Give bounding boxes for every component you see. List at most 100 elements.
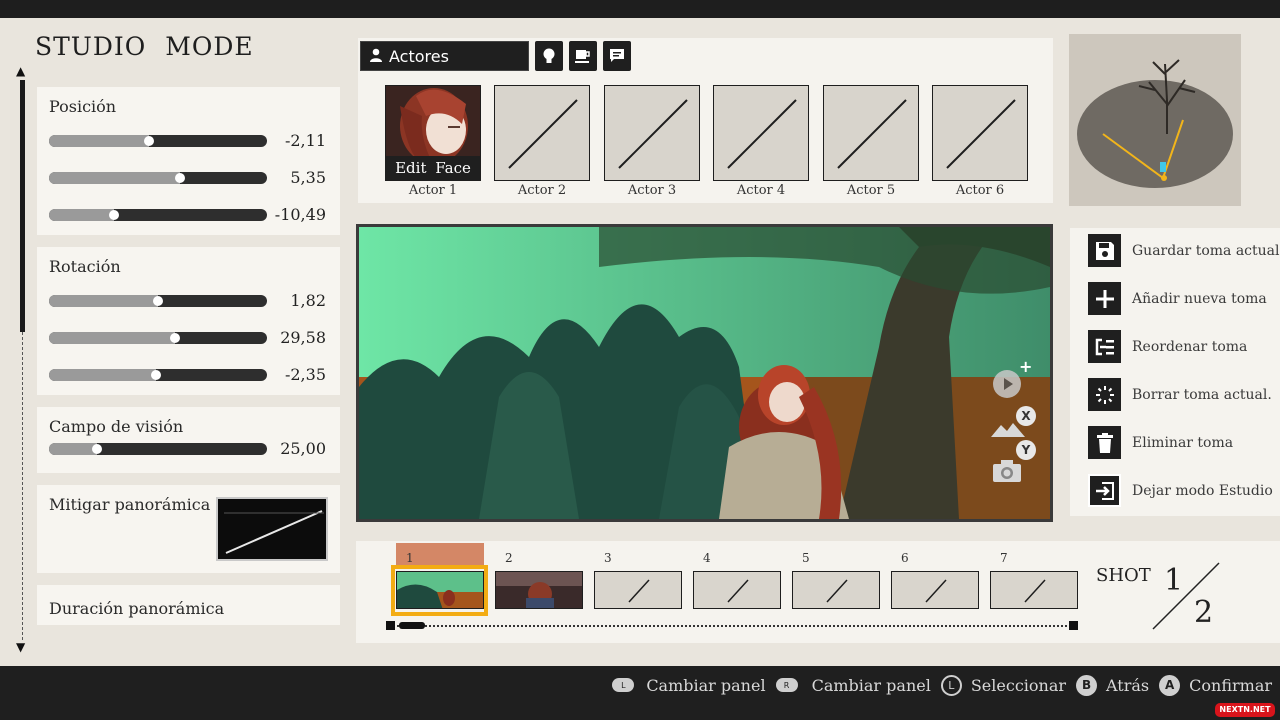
shot-total: 2 bbox=[1194, 595, 1214, 630]
reorder-shot-button[interactable]: Reordenar toma bbox=[1088, 330, 1247, 363]
edit-face-button[interactable]: Edit Face bbox=[386, 156, 480, 180]
exit-studio-label: Dejar modo Estudio bbox=[1132, 482, 1273, 499]
scene-minimap[interactable] bbox=[1069, 34, 1241, 206]
actor-slot-6[interactable] bbox=[932, 85, 1028, 181]
empty-slot-icon bbox=[727, 99, 797, 169]
slider-knob[interactable] bbox=[109, 209, 120, 220]
coffee-icon[interactable] bbox=[569, 41, 597, 71]
empty-slot-icon bbox=[628, 579, 650, 603]
slider-knob[interactable] bbox=[150, 369, 161, 380]
trash-icon bbox=[1088, 426, 1121, 459]
position-value-3: -10,49 bbox=[274, 205, 326, 224]
empty-slot-icon bbox=[925, 579, 947, 603]
studio-mode-screen: STUDIO MODE ▲ ▼ Posición -2,11 5,35 -10,49… bbox=[0, 18, 1280, 666]
shot-thumb-2[interactable] bbox=[495, 571, 583, 609]
button-hints: L Cambiar panel R Cambiar panel L Selecc… bbox=[602, 672, 1272, 698]
position-slider-2[interactable] bbox=[49, 171, 267, 184]
camera-viewport[interactable]: + X Y bbox=[356, 224, 1053, 522]
mitigar-card[interactable]: Mitigar panorámica bbox=[37, 485, 340, 573]
rotation-slider-row-1: 1,82 bbox=[49, 282, 328, 319]
top-bar bbox=[0, 0, 1280, 18]
exit-icon bbox=[1088, 474, 1121, 507]
mitigar-curve-preview[interactable] bbox=[216, 497, 328, 561]
actors-dropdown[interactable]: Actores bbox=[360, 41, 529, 71]
empty-slot-icon bbox=[727, 579, 749, 603]
actor-slot-3[interactable] bbox=[604, 85, 700, 181]
shot-thumb-7[interactable] bbox=[990, 571, 1078, 609]
hint-change-panel-l[interactable]: L Cambiar panel bbox=[612, 675, 766, 695]
position-slider-row-2: 5,35 bbox=[49, 159, 328, 196]
hint-label: Atrás bbox=[1106, 675, 1150, 695]
shot-thumb-3[interactable] bbox=[594, 571, 682, 609]
clear-shot-label: Borrar toma actual. bbox=[1132, 386, 1272, 403]
hint-select[interactable]: L Seleccionar bbox=[940, 674, 1066, 696]
empty-slot-icon bbox=[618, 99, 688, 169]
actor-label-6: Actor 6 bbox=[955, 183, 1005, 198]
play-icon[interactable] bbox=[993, 370, 1021, 398]
slider-fill bbox=[49, 442, 97, 455]
lightbulb-icon[interactable] bbox=[535, 41, 563, 71]
shot-thumb-6[interactable] bbox=[891, 571, 979, 609]
actor-slot-1[interactable]: Edit Face bbox=[385, 85, 481, 181]
rotation-slider-1[interactable] bbox=[49, 294, 267, 307]
position-slider-1[interactable] bbox=[49, 134, 267, 147]
slider-knob[interactable] bbox=[144, 135, 155, 146]
x-button-icon[interactable]: X bbox=[1016, 406, 1036, 426]
slider-knob[interactable] bbox=[174, 172, 185, 183]
timeline-scrubber[interactable] bbox=[399, 622, 425, 629]
slider-fill bbox=[49, 368, 156, 381]
shot-current: 1 bbox=[1164, 563, 1184, 598]
hint-change-panel-r[interactable]: R Cambiar panel bbox=[775, 675, 931, 695]
camera-icon[interactable] bbox=[992, 459, 1022, 487]
position-slider-3[interactable] bbox=[49, 208, 267, 221]
shot-number-5: 5 bbox=[802, 551, 810, 565]
slider-knob[interactable] bbox=[91, 443, 102, 454]
scrollbar-thumb[interactable] bbox=[20, 80, 25, 332]
shot-thumb-4[interactable] bbox=[693, 571, 781, 609]
empty-slot-icon bbox=[946, 99, 1016, 169]
add-shot-label: Añadir nueva toma bbox=[1132, 290, 1267, 307]
hint-confirm[interactable]: A Confirmar bbox=[1159, 674, 1272, 696]
slider-knob[interactable] bbox=[153, 295, 163, 306]
y-button-icon[interactable]: Y bbox=[1016, 440, 1036, 460]
scroll-up-icon[interactable]: ▲ bbox=[16, 64, 25, 78]
position-value-1: -2,11 bbox=[284, 131, 326, 150]
add-keyframe-icon[interactable]: + bbox=[1019, 357, 1032, 376]
chat-icon[interactable] bbox=[603, 41, 631, 71]
scroll-down-icon[interactable]: ▼ bbox=[16, 640, 25, 654]
actor-slot-2[interactable] bbox=[494, 85, 590, 181]
position-slider-row-3: -10,49 bbox=[49, 196, 328, 233]
add-shot-button[interactable]: Añadir nueva toma bbox=[1088, 282, 1267, 315]
exit-studio-button[interactable]: Dejar modo Estudio bbox=[1088, 474, 1273, 507]
actor-label-1: Actor 1 bbox=[408, 183, 458, 198]
reorder-shot-label: Reordenar toma bbox=[1132, 338, 1248, 355]
shot-thumb-5[interactable] bbox=[792, 571, 880, 609]
position-label: Posición bbox=[49, 97, 117, 116]
hint-label: Cambiar panel bbox=[646, 675, 766, 695]
rotation-slider-3[interactable] bbox=[49, 368, 267, 381]
slider-knob[interactable] bbox=[170, 332, 181, 343]
delete-shot-button[interactable]: Eliminar toma bbox=[1088, 426, 1233, 459]
slider-fill bbox=[49, 134, 150, 147]
fov-value-1: 25,00 bbox=[280, 439, 326, 458]
hint-back[interactable]: B Atrás bbox=[1076, 674, 1150, 696]
fov-slider-1[interactable] bbox=[49, 442, 267, 455]
rotation-value-2: 29,58 bbox=[280, 328, 326, 347]
duration-card[interactable]: Duración panorámica bbox=[37, 585, 340, 625]
actor-slot-4[interactable] bbox=[713, 85, 809, 181]
reorder-icon bbox=[1088, 330, 1121, 363]
rotation-value-1: 1,82 bbox=[290, 291, 326, 310]
save-shot-button[interactable]: Guardar toma actual. bbox=[1088, 234, 1280, 267]
shot-number-4: 4 bbox=[703, 551, 711, 565]
actor-slot-5[interactable] bbox=[823, 85, 919, 181]
slider-fill bbox=[49, 208, 115, 221]
hint-label: Cambiar panel bbox=[811, 675, 931, 695]
timeline-end-marker bbox=[1069, 621, 1078, 630]
slider-fill bbox=[49, 331, 176, 344]
actor-label-5: Actor 5 bbox=[846, 183, 896, 198]
actor-portrait bbox=[386, 86, 480, 158]
clear-shot-button[interactable]: Borrar toma actual. bbox=[1088, 378, 1272, 411]
hint-label: Confirmar bbox=[1189, 675, 1272, 695]
empty-slot-icon bbox=[508, 99, 578, 169]
rotation-slider-2[interactable] bbox=[49, 331, 267, 344]
